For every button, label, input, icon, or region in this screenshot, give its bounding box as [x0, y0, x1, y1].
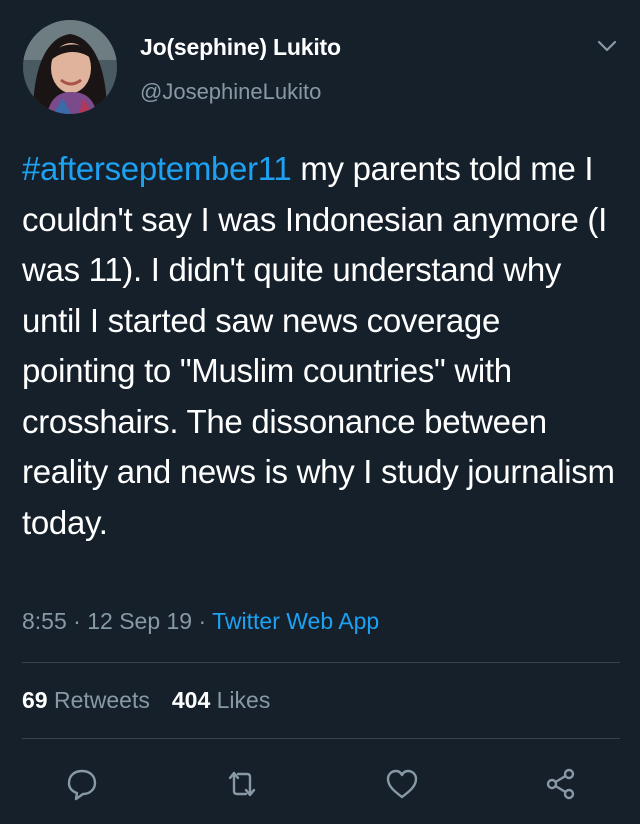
retweets-count: 69 [22, 687, 48, 713]
reply-icon[interactable] [64, 766, 100, 802]
tweet-body: my parents told me I couldn't say I was … [22, 150, 615, 541]
divider [22, 662, 620, 663]
user-handle[interactable]: @JosephineLukito [140, 79, 321, 105]
display-name[interactable]: Jo(sephine) Lukito [140, 34, 341, 61]
heart-icon[interactable] [384, 766, 420, 802]
tweet-metadata: 8:55 · 12 Sep 19 · Twitter Web App [22, 608, 379, 635]
divider [22, 738, 620, 739]
tweet-time: 8:55 [22, 608, 67, 634]
retweets-stat[interactable]: 69 Retweets [22, 687, 150, 713]
retweet-icon[interactable] [224, 766, 260, 802]
engagement-stats: 69 Retweets 404 Likes [22, 687, 270, 714]
tweet-source-link[interactable]: Twitter Web App [212, 608, 379, 634]
avatar[interactable] [23, 20, 117, 114]
tweet-text: #afterseptember11 my parents told me I c… [22, 144, 622, 548]
tweet-card: Jo(sephine) Lukito @JosephineLukito #aft… [0, 0, 640, 824]
meta-separator: · [192, 608, 213, 634]
tweet-date[interactable]: 12 Sep 19 [87, 608, 192, 634]
chevron-down-icon[interactable] [596, 38, 618, 54]
likes-label: Likes [216, 687, 271, 713]
retweets-label: Retweets [53, 687, 150, 713]
hashtag-link[interactable]: #afterseptember11 [22, 150, 292, 187]
meta-separator: · [66, 608, 88, 634]
likes-stat[interactable]: 404 Likes [172, 687, 270, 713]
share-icon[interactable] [543, 766, 579, 802]
avatar-image [23, 20, 117, 114]
likes-count: 404 [171, 687, 211, 713]
